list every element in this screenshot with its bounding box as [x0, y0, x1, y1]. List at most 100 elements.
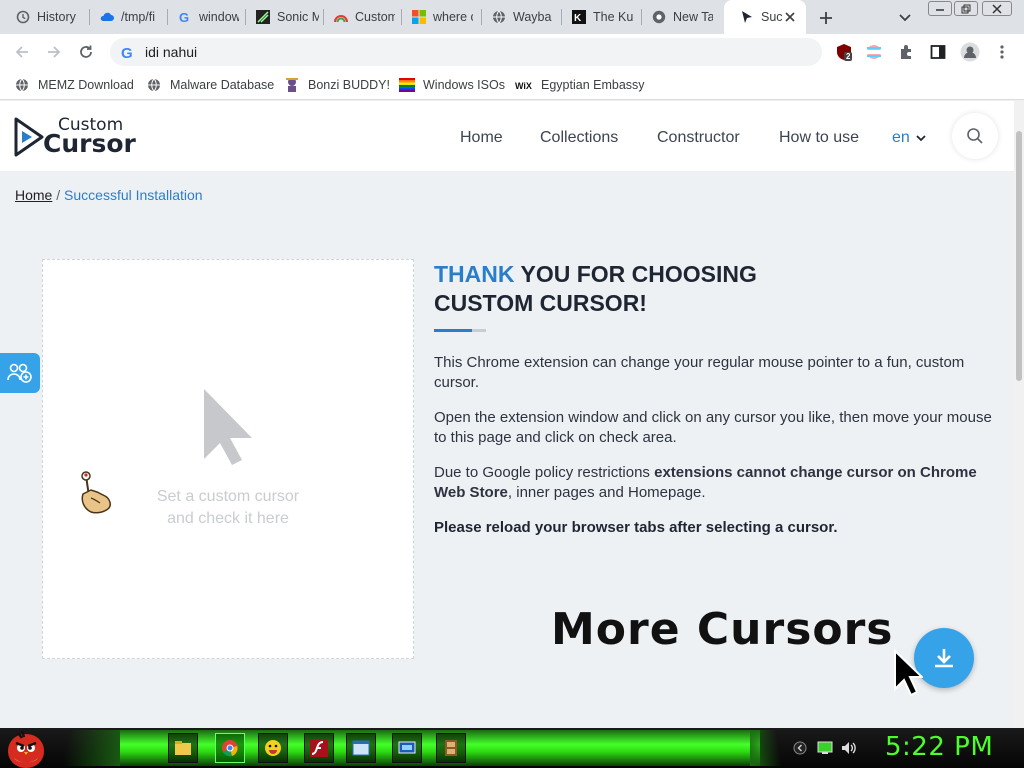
taskbar-flash[interactable] [304, 733, 334, 763]
taskbar-messenger[interactable] [258, 733, 288, 763]
chevron-icon [793, 741, 807, 755]
download-icon [935, 649, 953, 668]
tab-wayback[interactable]: Wayba [476, 0, 562, 34]
download-button[interactable] [914, 628, 974, 688]
tab-title: /tmp/fi [121, 10, 156, 24]
taskbar [0, 728, 1024, 768]
extensions-button[interactable] [896, 42, 916, 62]
svg-text:G: G [121, 45, 133, 60]
browser-toolbar: G idi nahui 2 [0, 34, 1024, 70]
maximize-button[interactable] [954, 1, 978, 16]
bookmark-egyptian-embassy[interactable]: WiX Egyptian Embassy [515, 76, 645, 94]
bookmark-windows-isos[interactable]: Windows ISOs [399, 76, 505, 94]
bookmark-bonzi[interactable]: Bonzi BUDDY! [284, 76, 390, 94]
tab-search-button[interactable] [896, 9, 914, 27]
tab-title: Wayba [513, 10, 552, 24]
taskbar-display[interactable] [392, 733, 422, 763]
more-cursors-heading[interactable]: More Cursors [551, 604, 894, 655]
page-title: THANK YOU FOR CHOOSING CUSTOM CURSOR! [434, 260, 934, 318]
bookmark-label: Egyptian Embassy [541, 78, 645, 92]
breadcrumb-separator: / [56, 187, 61, 203]
close-icon[interactable] [782, 9, 798, 25]
tab-ku[interactable]: K The Ku [556, 0, 642, 34]
tab-title: where c [433, 10, 473, 24]
cursor-arrow-icon [204, 389, 252, 465]
tab-where[interactable]: where c [396, 0, 482, 34]
profile-button[interactable] [960, 42, 980, 62]
tray-volume[interactable] [841, 740, 857, 756]
site-search-button[interactable] [952, 113, 998, 159]
close-window-button[interactable] [982, 1, 1012, 16]
puzzle-icon [901, 45, 911, 59]
nav-how-to-use[interactable]: How to use [779, 129, 859, 147]
nav-collections[interactable]: Collections [540, 129, 618, 147]
tab-new-tab[interactable]: New Ta [636, 0, 724, 34]
cursor-check-area[interactable]: Set a custom cursor and check it here [42, 259, 414, 659]
title-rest: YOU FOR CHOOSING [514, 261, 757, 287]
new-tab-button[interactable] [816, 8, 836, 28]
taskbar-media[interactable] [436, 733, 466, 763]
side-panel-button[interactable] [928, 42, 948, 62]
page-scrollbar[interactable] [1014, 101, 1024, 728]
smiley-icon [265, 740, 281, 756]
start-button-angry-bird-icon[interactable] [6, 730, 46, 768]
site-header: Custom Cursor Home Collections Construct… [0, 101, 1014, 171]
reload-button[interactable] [74, 40, 98, 64]
nav-home[interactable]: Home [460, 129, 503, 147]
taskbar-clock[interactable]: 5:22 PM [885, 732, 993, 762]
ku-icon: K [571, 9, 587, 25]
rainbow-flag-icon [399, 77, 415, 93]
bookmark-label: Bonzi BUDDY! [308, 78, 390, 92]
language-selector[interactable]: en [892, 129, 926, 147]
tab-window[interactable]: G window [162, 0, 246, 34]
breadcrumb-home[interactable]: Home [15, 187, 52, 203]
tab-strip: History /tmp/fi G window Sonic M Custom … [0, 0, 1024, 34]
check-area-line2: and check it here [167, 510, 289, 527]
kebab-menu-icon [1000, 45, 1004, 59]
bookmark-label: MEMZ Download [38, 78, 134, 92]
taskbar-explorer[interactable] [168, 733, 198, 763]
browser-menu-button[interactable] [992, 42, 1012, 62]
extension-trans[interactable] [864, 42, 884, 62]
back-button[interactable] [10, 40, 34, 64]
language-value: en [892, 129, 910, 146]
window-controls [926, 0, 1020, 18]
cloud-icon [99, 9, 115, 25]
extension-ublock[interactable]: 2 [834, 42, 854, 62]
restrictions-start: Due to Google policy restrictions [434, 464, 655, 481]
taskbar-window[interactable] [346, 733, 376, 763]
bookmark-malware-db[interactable]: Malware Database [146, 76, 274, 94]
cursor-icon [739, 9, 755, 25]
logo-line2: Cursor [43, 129, 136, 158]
tab-title: History [37, 10, 76, 24]
breadcrumb-current: Successful Installation [64, 187, 203, 203]
side-widget-button[interactable] [0, 353, 40, 393]
bookmark-memz[interactable]: MEMZ Download [14, 76, 134, 94]
reload-icon [80, 45, 92, 58]
site-logo[interactable]: Custom Cursor [14, 115, 139, 159]
tab-history[interactable]: History [0, 0, 90, 34]
address-bar[interactable]: G idi nahui [110, 38, 822, 66]
close-icon [992, 3, 1002, 14]
scrollbar-thumb[interactable] [1016, 131, 1022, 381]
nav-constructor[interactable]: Constructor [657, 129, 740, 147]
tab-custom[interactable]: Custom [318, 0, 402, 34]
wix-icon: WiX [515, 77, 533, 93]
volume-icon [842, 742, 856, 754]
rainbow-icon [333, 9, 349, 25]
taskbar-chrome[interactable] [215, 733, 245, 763]
forward-arrow-icon [48, 46, 61, 58]
minimize-button[interactable] [928, 1, 952, 16]
tray-chevron[interactable] [792, 740, 808, 756]
globe-icon [146, 77, 162, 93]
extension-badge: 2 [844, 52, 853, 61]
search-icon [967, 128, 983, 144]
tab-tmp[interactable]: /tmp/fi [84, 0, 168, 34]
tray-network[interactable] [817, 740, 833, 756]
forward-button[interactable] [42, 40, 66, 64]
tab-title: The Ku [593, 10, 633, 24]
tab-success[interactable]: Suc [724, 0, 806, 34]
tab-sonic[interactable]: Sonic M [240, 0, 324, 34]
display-icon [398, 741, 416, 754]
flash-icon [310, 739, 328, 757]
